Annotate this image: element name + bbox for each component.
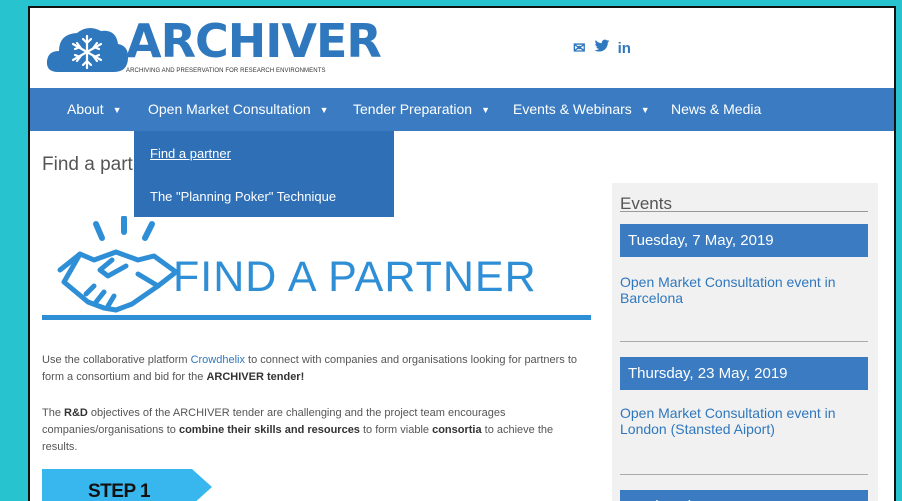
nav-label: About	[67, 101, 104, 117]
email-icon[interactable]: ✉	[573, 39, 586, 57]
browser-page: ARCHIVER ARCHIVING AND PRESERVATION FOR …	[28, 6, 896, 501]
nav-item-events-webinars[interactable]: Events & Webinars ▼	[513, 88, 650, 131]
divider	[620, 341, 868, 342]
snowflake-cloud-logo-icon[interactable]	[44, 22, 130, 78]
bold-text: R&D	[64, 407, 88, 419]
bold-text: ARCHIVER tender!	[206, 371, 305, 383]
event-date: Thursday, 23 May, 2019	[620, 357, 868, 390]
site-header: ARCHIVER ARCHIVING AND PRESERVATION FOR …	[30, 8, 894, 88]
event-link[interactable]: Open Market Consultation event in Barcel…	[620, 274, 868, 306]
social-links: ✉ in	[573, 39, 631, 58]
twitter-icon[interactable]	[594, 39, 610, 57]
intro-paragraph: Use the collaborative platform Crowdheli…	[42, 352, 582, 386]
logo-wordmark[interactable]: ARCHIVER	[126, 14, 382, 68]
event-date: Wednesday, 5 June, 2019	[620, 490, 868, 501]
dropdown-item-planning-poker[interactable]: The "Planning Poker" Technique	[150, 189, 336, 204]
nav-label: News & Media	[671, 101, 762, 117]
linkedin-icon[interactable]: in	[618, 40, 631, 57]
nav-label: Tender Preparation	[353, 101, 473, 117]
objectives-paragraph: The R&D objectives of the ARCHIVER tende…	[42, 405, 582, 456]
step-label: STEP 1	[88, 481, 151, 501]
text-span: Use the collaborative platform	[42, 354, 191, 366]
divider	[620, 211, 868, 212]
bold-text: consortia	[432, 424, 482, 436]
bold-text: combine their skills and resources	[178, 424, 360, 436]
nav-item-news-media[interactable]: News & Media	[671, 88, 761, 131]
chevron-down-icon: ▼	[112, 105, 122, 115]
nav-item-tender-preparation[interactable]: Tender Preparation ▼	[353, 88, 490, 131]
dropdown-item-find-a-partner[interactable]: Find a partner	[150, 146, 231, 161]
main-navigation: About ▼ Open Market Consultation ▼ Tender …	[30, 88, 894, 131]
nav-item-open-market-consultation[interactable]: Open Market Consultation ▼	[148, 88, 329, 131]
chevron-down-icon: ▼	[481, 105, 490, 115]
open-market-dropdown-menu: Find a partner The "Planning Poker" Tech…	[134, 131, 394, 217]
hero-heading: FIND A PARTNER	[173, 253, 537, 301]
divider	[620, 474, 868, 475]
hero-divider	[42, 315, 591, 320]
text-span: to form viable	[359, 424, 433, 436]
text-span: The	[42, 407, 65, 419]
step-arrow-icon	[192, 469, 212, 501]
nav-label: Open Market Consultation	[148, 101, 311, 117]
crowdhelix-link[interactable]: Crowdhelix	[191, 354, 245, 366]
chevron-down-icon: ▼	[640, 105, 650, 115]
nav-label: Events & Webinars	[513, 101, 632, 117]
event-date: Tuesday, 7 May, 2019	[620, 224, 868, 257]
logo-tagline: ARCHIVING AND PRESERVATION FOR RESEARCH …	[126, 68, 326, 74]
event-link[interactable]: Open Market Consultation event in London…	[620, 405, 868, 437]
nav-item-about[interactable]: About ▼	[67, 88, 122, 131]
chevron-down-icon: ▼	[319, 105, 329, 115]
